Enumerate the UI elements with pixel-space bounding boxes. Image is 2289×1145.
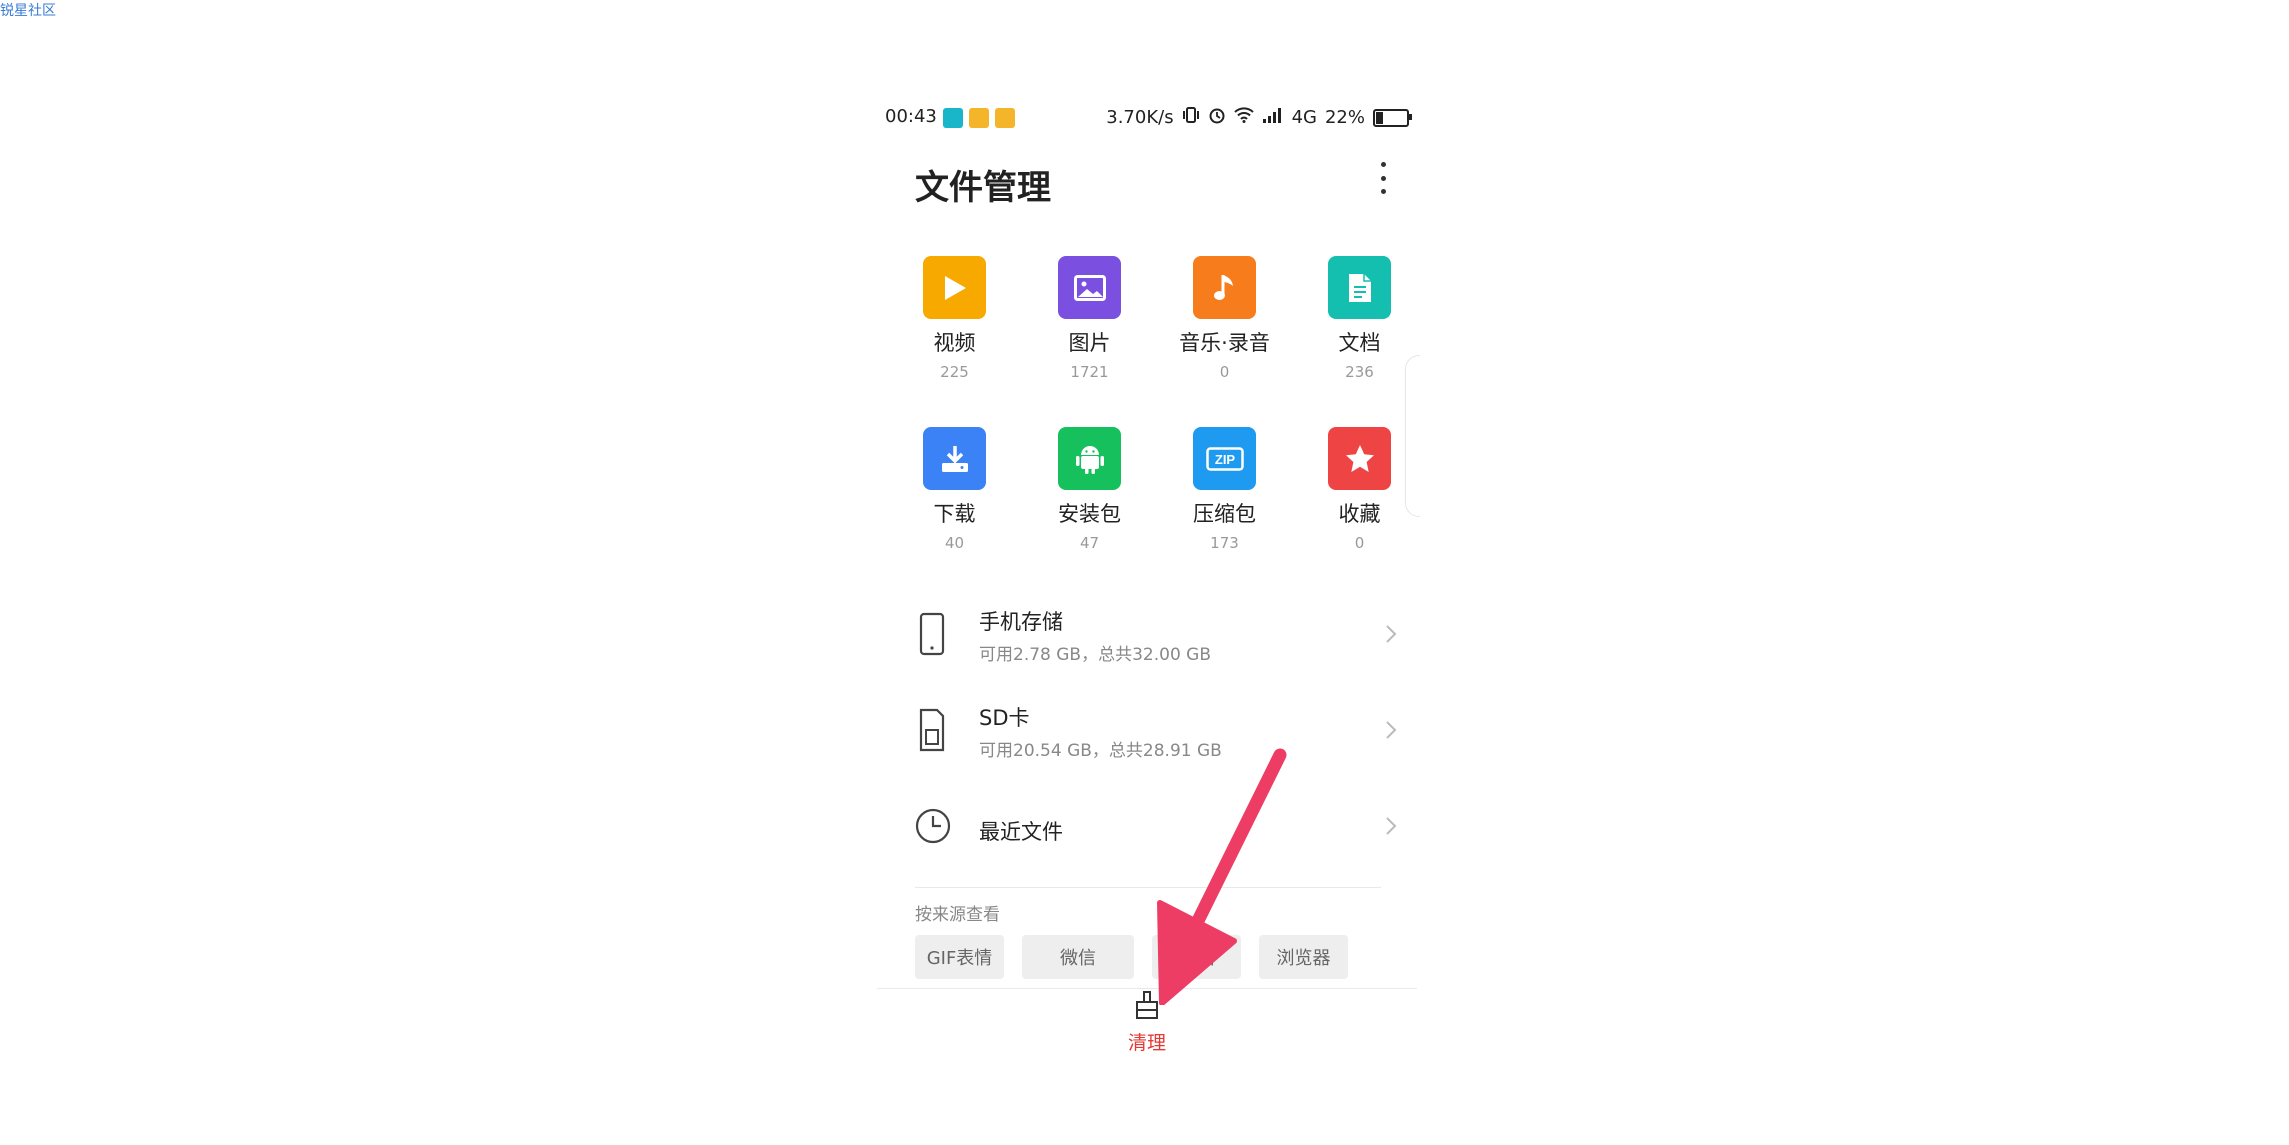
category-count: 0 xyxy=(1219,363,1230,381)
category-count: 225 xyxy=(940,363,969,381)
alarm-icon xyxy=(1208,106,1226,129)
app-notification-icon xyxy=(969,108,989,128)
chevron-right-icon xyxy=(1385,816,1397,840)
android-icon xyxy=(1058,427,1121,490)
side-drawer-handle[interactable] xyxy=(1405,355,1420,517)
zip-icon: ZIP xyxy=(1193,427,1256,490)
watermark-text: 锐星社区 xyxy=(0,3,56,19)
status-bar: 00:43 3.70K/s 4G 22% xyxy=(885,102,1412,132)
music-note-icon xyxy=(1193,256,1256,319)
category-label: 安装包 xyxy=(1058,502,1121,526)
page-title: 文件管理 xyxy=(915,168,1051,208)
status-right: 3.70K/s 4G 22% xyxy=(1106,106,1412,129)
chevron-right-icon xyxy=(1385,624,1397,648)
app-notification-icon xyxy=(995,108,1015,128)
storage-usage: 可用2.78 GB，总共32.00 GB xyxy=(979,645,1211,665)
download-icon xyxy=(923,427,986,490)
category-count: 236 xyxy=(1345,363,1374,381)
category-label: 视频 xyxy=(933,331,976,355)
category-videos[interactable]: 视频 225 xyxy=(887,256,1022,381)
category-label: 下载 xyxy=(933,502,976,526)
category-label: 压缩包 xyxy=(1193,502,1256,526)
source-chip-gif[interactable]: GIF表情 xyxy=(915,935,1004,979)
category-images[interactable]: 图片 1721 xyxy=(1022,256,1157,381)
battery-icon xyxy=(1373,108,1412,127)
signal-icon xyxy=(1262,107,1284,128)
category-count: 47 xyxy=(1079,534,1100,552)
category-label: 文档 xyxy=(1338,331,1381,355)
category-apks[interactable]: 安装包 47 xyxy=(1022,427,1157,552)
category-count: 173 xyxy=(1210,534,1239,552)
sd-card-icon xyxy=(915,708,949,752)
status-time: 00:43 xyxy=(885,106,937,127)
category-count: 40 xyxy=(944,534,965,552)
category-music[interactable]: 音乐·录音 0 xyxy=(1157,256,1292,381)
zip-badge-text: ZIP xyxy=(1214,452,1235,467)
category-label: 收藏 xyxy=(1338,502,1381,526)
storage-label: 手机存储 xyxy=(979,610,1063,634)
notification-icons xyxy=(943,108,1015,128)
battery-percent: 22% xyxy=(1324,107,1365,128)
category-archives[interactable]: ZIP 压缩包 173 xyxy=(1157,427,1292,552)
category-count: 0 xyxy=(1354,534,1365,552)
play-icon xyxy=(923,256,986,319)
chevron-right-icon xyxy=(1385,720,1397,744)
app-notification-icon xyxy=(943,108,963,128)
category-downloads[interactable]: 下载 40 xyxy=(887,427,1022,552)
category-grid: 视频 225 图片 1721 音乐·录音 0 文档 236 下载 40 安装包 … xyxy=(887,256,1407,552)
annotation-arrow-icon xyxy=(1157,748,1287,1005)
phone-icon xyxy=(915,612,949,656)
clock-icon xyxy=(915,804,951,848)
document-icon xyxy=(1328,256,1391,319)
source-section-title: 按来源查看 xyxy=(915,905,1000,925)
more-options-icon[interactable] xyxy=(1373,158,1393,198)
net-speed: 3.70K/s xyxy=(1106,107,1174,128)
network-type: 4G xyxy=(1291,107,1317,128)
clean-label: 清理 xyxy=(1127,1032,1166,1054)
vibrate-icon xyxy=(1182,106,1200,129)
star-icon xyxy=(1328,427,1391,490)
category-label: 音乐·录音 xyxy=(1179,331,1270,355)
image-icon xyxy=(1058,256,1121,319)
category-count: 1721 xyxy=(1070,363,1109,381)
source-chip-wechat[interactable]: 微信 xyxy=(1022,935,1134,979)
category-label: 图片 xyxy=(1068,331,1111,355)
storage-label: SD卡 xyxy=(979,706,1030,730)
storage-item-phone[interactable]: 手机存储 可用2.78 GB，总共32.00 GB xyxy=(915,588,1397,684)
wifi-icon xyxy=(1233,107,1254,128)
recent-files-label: 最近文件 xyxy=(979,820,1063,844)
